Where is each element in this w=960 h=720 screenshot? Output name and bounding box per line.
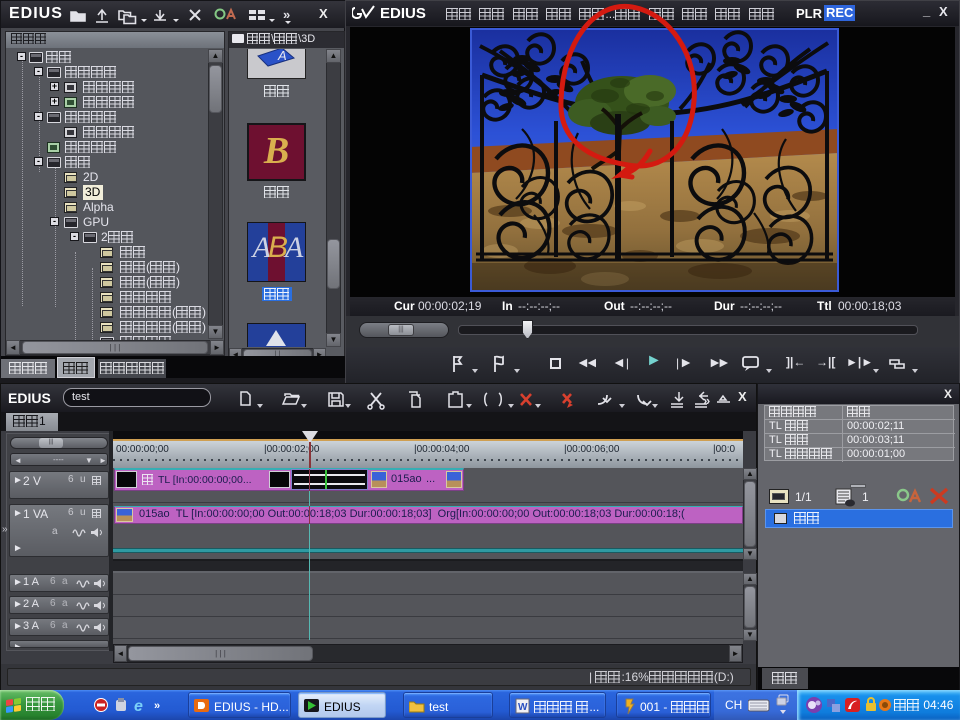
svg-text:»: » [283,7,290,22]
svg-text:A: A [277,49,287,63]
svg-text:W: W [518,702,528,713]
svg-text:»: » [154,700,160,712]
svg-text:e: e [134,698,143,714]
svg-text:»: » [703,393,710,408]
